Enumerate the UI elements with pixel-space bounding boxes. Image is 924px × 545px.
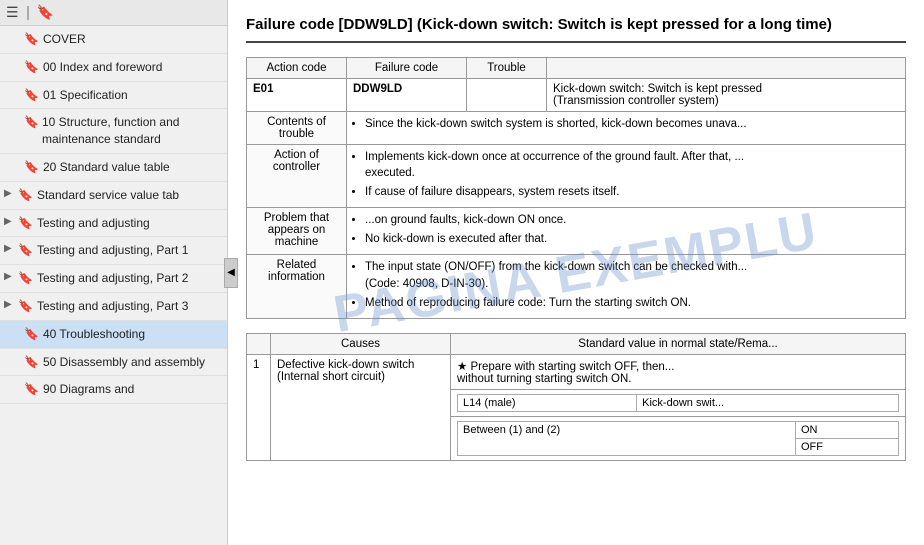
expand-arrow-icon: ▶ (4, 271, 14, 282)
sidebar-item-50-disassembly[interactable]: 🔖 50 Disassembly and assembly (0, 349, 227, 377)
cause-num-1: 1 (247, 354, 271, 460)
bookmark-icon: 🔖 (24, 160, 39, 174)
sidebar-item-label: 50 Disassembly and assembly (43, 354, 205, 371)
sidebar-item-testing-adj[interactable]: ▶ 🔖 Testing and adjusting (0, 210, 227, 238)
page-title: Failure code [DDW9LD] (Kick-down switch:… (246, 14, 906, 43)
causes-table: Causes Standard value in normal state/Re… (246, 333, 906, 461)
related-info-value: The input state (ON/OFF) from the kick-d… (347, 255, 906, 318)
sidebar-item-label: 10 Structure, function and maintenance s… (42, 114, 221, 148)
sidebar-item-label: 40 Troubleshooting (43, 326, 145, 343)
sidebar-item-01-spec[interactable]: 🔖 01 Specification (0, 82, 227, 110)
bookmark-toolbar-icon[interactable]: 🔖 (37, 4, 54, 21)
cause-standard-1c: Between (1) and (2) ON OFF (451, 416, 906, 460)
arrow-placeholder (10, 355, 20, 366)
description-header (547, 58, 906, 79)
arrow-placeholder (10, 88, 20, 99)
bookmark-icon: 🔖 (18, 243, 33, 257)
contents-trouble-value: Since the kick-down switch system is sho… (347, 112, 906, 145)
problem-machine-value: ...on ground faults, kick-down ON once. … (347, 208, 906, 255)
menu-icon[interactable]: ☰ (6, 4, 19, 21)
sidebar-item-testing-adj-2[interactable]: ▶ 🔖 Testing and adjusting, Part 2 (0, 265, 227, 293)
sidebar-item-40-trouble[interactable]: 🔖 40 Troubleshooting (0, 321, 227, 349)
action-controller-header: Action ofcontroller (247, 145, 347, 208)
expand-arrow-icon: ▶ (4, 299, 14, 310)
sidebar-item-std-service[interactable]: ▶ 🔖 Standard service value tab (0, 182, 227, 210)
problem-machine-header: Problem thatappears onmachine (247, 208, 347, 255)
sidebar-item-label: Testing and adjusting (37, 215, 150, 232)
expand-arrow-icon: ▶ (4, 243, 14, 254)
bookmark-icon: 🔖 (24, 115, 38, 129)
sidebar-item-label: 00 Index and foreword (43, 59, 162, 76)
contents-trouble-header: Contents oftrouble (247, 112, 347, 145)
trouble-header: Trouble (467, 58, 547, 79)
sidebar-item-testing-adj-3[interactable]: ▶ 🔖 Testing and adjusting, Part 3 (0, 293, 227, 321)
sidebar: ☰ 🔖 🔖 COVER 🔖 00 Index and foreword 🔖 01… (0, 0, 228, 545)
sidebar-item-cover[interactable]: 🔖 COVER (0, 26, 227, 54)
bookmark-icon: 🔖 (18, 299, 33, 313)
sidebar-item-label: Testing and adjusting, Part 2 (37, 270, 188, 287)
sidebar-item-label: Standard service value tab (37, 187, 179, 204)
bookmark-icon: 🔖 (24, 60, 39, 74)
failure-code-value: DDW9LD (347, 79, 467, 112)
action-code-value: E01 (247, 79, 347, 112)
bookmark-icon: 🔖 (24, 88, 39, 102)
action-code-header: Action code (247, 58, 347, 79)
bookmark-icon: 🔖 (24, 327, 39, 341)
arrow-placeholder (10, 115, 20, 126)
bookmark-icon: 🔖 (24, 32, 39, 46)
sidebar-item-label: COVER (43, 31, 86, 48)
standard-value-header: Standard value in normal state/Rema... (451, 333, 906, 354)
main-content: PAGINA EXEMPLU Failure code [DDW9LD] (Ki… (228, 0, 924, 545)
sidebar-item-90-diagrams[interactable]: 🔖 90 Diagrams and (0, 376, 227, 404)
arrow-placeholder (10, 327, 20, 338)
sidebar-item-10-structure[interactable]: 🔖 10 Structure, function and maintenance… (0, 109, 227, 154)
related-info-header: Relatedinformation (247, 255, 347, 318)
causes-num-header (247, 333, 271, 354)
arrow-placeholder (10, 160, 20, 171)
cause-standard-1a: ★ Prepare with starting switch OFF, then… (451, 354, 906, 389)
sidebar-item-testing-adj-1[interactable]: ▶ 🔖 Testing and adjusting, Part 1 (0, 237, 227, 265)
sidebar-item-label: 90 Diagrams and (43, 381, 134, 398)
sidebar-collapse-button[interactable]: ◀ (224, 258, 238, 288)
bookmark-icon: 🔖 (24, 355, 39, 369)
arrow-placeholder (10, 60, 20, 71)
bookmark-icon: 🔖 (18, 216, 33, 230)
arrow-placeholder (10, 32, 20, 43)
sidebar-item-label: 01 Specification (43, 87, 128, 104)
failure-info-table: Action code Failure code Trouble E01 DDW… (246, 57, 906, 319)
trouble-cell (467, 79, 547, 112)
sidebar-toolbar: ☰ 🔖 (0, 0, 227, 26)
sidebar-item-00-index[interactable]: 🔖 00 Index and foreword (0, 54, 227, 82)
sidebar-item-label: 20 Standard value table (43, 159, 170, 176)
expand-arrow-icon: ▶ (4, 216, 14, 227)
trouble-description: Kick-down switch: Switch is kept pressed… (547, 79, 906, 112)
sidebar-nav-list: 🔖 COVER 🔖 00 Index and foreword 🔖 01 Spe… (0, 26, 227, 545)
bookmark-icon: 🔖 (18, 188, 33, 202)
arrow-placeholder (10, 382, 20, 393)
bookmark-icon: 🔖 (24, 382, 39, 396)
causes-header: Causes (271, 333, 451, 354)
action-controller-value: Implements kick-down once at occurrence … (347, 145, 906, 208)
cause-standard-1b: L14 (male) Kick-down swit... (451, 389, 906, 416)
bookmark-icon: 🔖 (18, 271, 33, 285)
expand-arrow-icon: ▶ (4, 188, 14, 199)
sidebar-item-label: Testing and adjusting, Part 3 (37, 298, 188, 315)
failure-code-header: Failure code (347, 58, 467, 79)
sidebar-item-20-standard[interactable]: 🔖 20 Standard value table (0, 154, 227, 182)
cause-description-1: Defective kick-down switch(Internal shor… (271, 354, 451, 460)
sidebar-item-label: Testing and adjusting, Part 1 (37, 242, 188, 259)
